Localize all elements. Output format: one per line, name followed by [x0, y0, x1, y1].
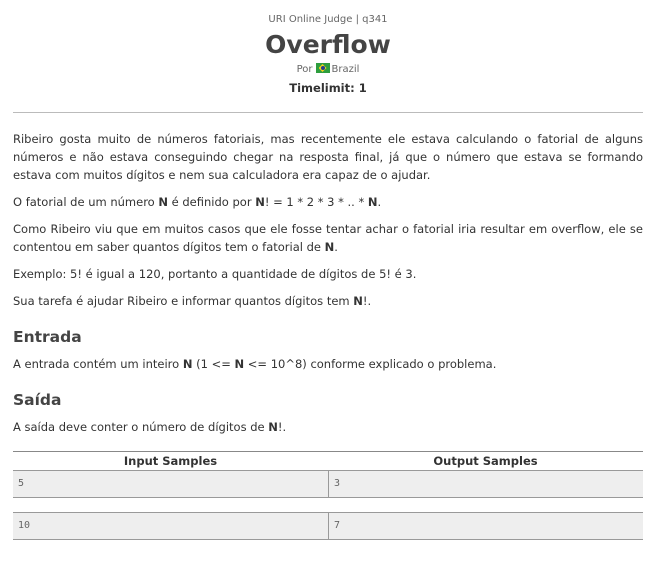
problem-description: Ribeiro gosta muito de números fatoriais…	[13, 130, 643, 310]
input-samples-header: Input Samples	[123, 454, 218, 468]
author-country: Brazil	[331, 64, 360, 75]
problem-page: URI Online Judge | q341 Overflow Por Braz…	[13, 0, 643, 540]
sample-output[interactable]: 7	[328, 513, 643, 539]
output-section-text: A saída deve conter o número de dígitos …	[13, 420, 287, 434]
description-paragraph-2: O fatorial de um número N é definido por…	[13, 195, 382, 209]
brazil-flag-icon	[315, 63, 330, 73]
description-paragraph-4: Exemplo: 5! é igual a 120, portanto a qu…	[13, 267, 417, 281]
sample-row: 10 7	[13, 512, 643, 540]
sample-row: 5 3	[13, 470, 643, 498]
description-paragraph-5: Sua tarefa é ajudar Ribeiro e informar q…	[13, 294, 372, 308]
problem-header: URI Online Judge | q341 Overflow Por Braz…	[13, 0, 643, 96]
description-paragraph-1: Ribeiro gosta muito de números fatoriais…	[13, 132, 643, 182]
header-divider	[13, 112, 643, 113]
samples-table: Input Samples Output Samples 5 3 10 7	[13, 451, 643, 554]
output-section-title: Saída	[13, 391, 62, 409]
description-paragraph-3: Como Ribeiro viu que em muitos casos que…	[13, 222, 643, 254]
input-section-text: A entrada contém um inteiro N (1 <= N <=…	[13, 357, 497, 371]
judge-info: URI Online Judge | q341	[268, 14, 388, 25]
timelimit: Timelimit: 1	[289, 81, 367, 95]
page-title: Overflow	[265, 30, 391, 59]
samples-header: Input Samples Output Samples	[13, 451, 643, 470]
input-section-title: Entrada	[13, 328, 82, 346]
sample-input[interactable]: 5	[13, 471, 328, 497]
sample-output[interactable]: 3	[328, 471, 643, 497]
author-line: Por Brazil	[13, 63, 643, 77]
sample-input[interactable]: 10	[13, 513, 328, 539]
output-samples-header: Output Samples	[433, 454, 538, 468]
author-prefix: Por	[296, 64, 313, 75]
